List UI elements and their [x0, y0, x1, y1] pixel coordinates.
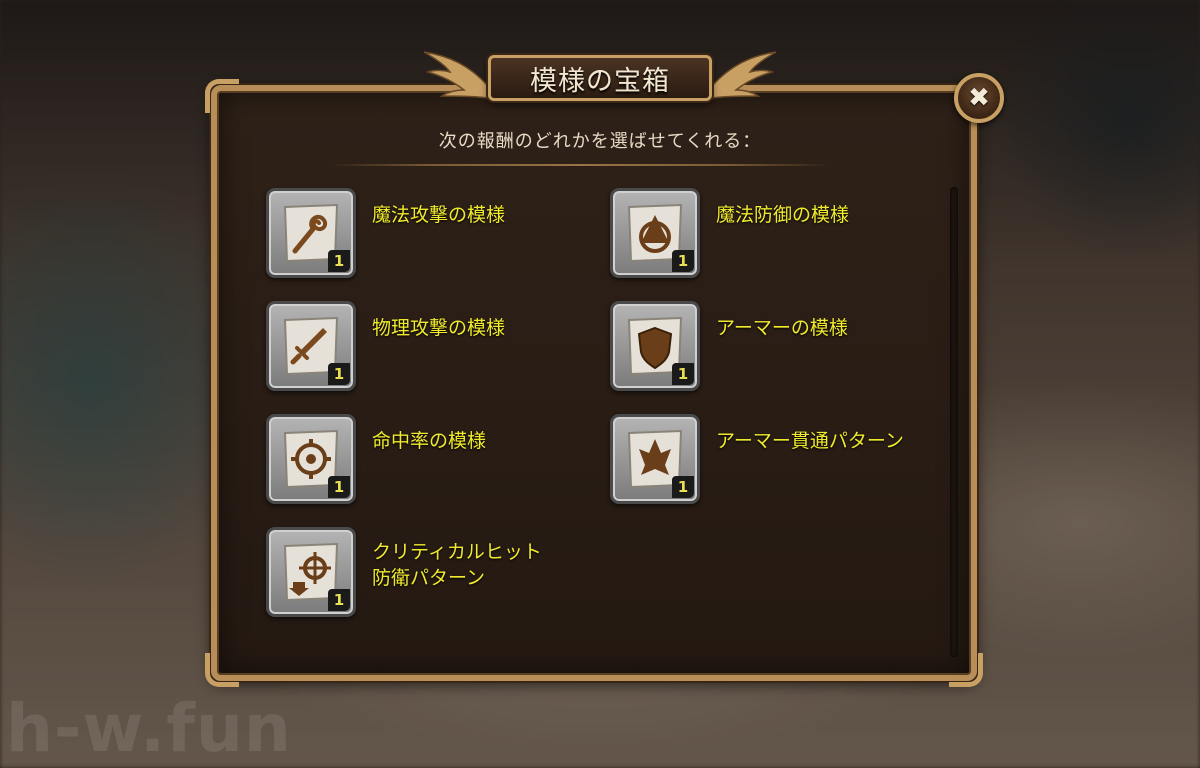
- reward-icon-frame: 1: [610, 188, 700, 278]
- reward-item-label: アーマーの模様: [716, 317, 848, 339]
- reward-icon-frame: 1: [610, 414, 700, 504]
- reward-icon-frame: 1: [610, 301, 700, 391]
- reward-item-magic-defense[interactable]: 1 魔法防御の模様: [610, 188, 930, 280]
- wing-ornament-left-icon: [423, 51, 489, 99]
- subtitle-divider: [330, 164, 830, 166]
- reward-item-label: 命中率の模様: [372, 430, 487, 452]
- item-count-badge: 1: [328, 363, 350, 385]
- frame-corner-ornament: [949, 653, 983, 687]
- wing-ornament-right-icon: [711, 51, 777, 99]
- reward-item-label: 魔法攻撃の模様: [372, 204, 506, 226]
- frame-corner-ornament: [205, 653, 239, 687]
- reward-item-physical-attack[interactable]: 1 物理攻撃の模様: [266, 301, 586, 393]
- item-count-badge: 1: [328, 476, 350, 498]
- reward-item-magic-attack[interactable]: 1 魔法攻撃の模様: [266, 188, 586, 280]
- dialog-subtitle: 次の報酬のどれかを選ばせてくれる：: [438, 131, 762, 152]
- reward-item-critical-defense[interactable]: 1 クリティカルヒット 防衛パターン: [266, 527, 586, 619]
- item-count-badge: 1: [672, 250, 694, 272]
- close-button[interactable]: ✖: [954, 73, 1004, 123]
- dialog-title-plate: 模様の宝箱: [488, 55, 712, 101]
- reward-icon-frame: 1: [266, 414, 356, 504]
- reward-icon-frame: 1: [266, 301, 356, 391]
- reward-item-armor-pierce[interactable]: 1 アーマー貫通パターン: [610, 414, 930, 506]
- watermark: h-w.fun: [6, 690, 292, 767]
- reward-item-armor[interactable]: 1 アーマーの模様: [610, 301, 930, 393]
- reward-icon-frame: 1: [266, 188, 356, 278]
- item-count-badge: 1: [328, 589, 350, 611]
- close-icon: ✖: [968, 83, 990, 113]
- reward-item-label: 物理攻撃の模様: [372, 317, 506, 339]
- reward-item-label: アーマー貫通パターン: [716, 430, 904, 452]
- reward-item-label: クリティカルヒット 防衛パターン: [372, 541, 542, 589]
- list-scrollbar[interactable]: [950, 187, 958, 657]
- reward-icon-frame: 1: [266, 527, 356, 617]
- item-count-badge: 1: [672, 363, 694, 385]
- dialog-title: 模様の宝箱: [530, 65, 670, 97]
- reward-item-accuracy[interactable]: 1 命中率の模様: [266, 414, 586, 506]
- reward-item-label: 魔法防御の模様: [716, 204, 850, 226]
- item-count-badge: 1: [672, 476, 694, 498]
- item-count-badge: 1: [328, 250, 350, 272]
- frame-corner-ornament: [205, 79, 239, 113]
